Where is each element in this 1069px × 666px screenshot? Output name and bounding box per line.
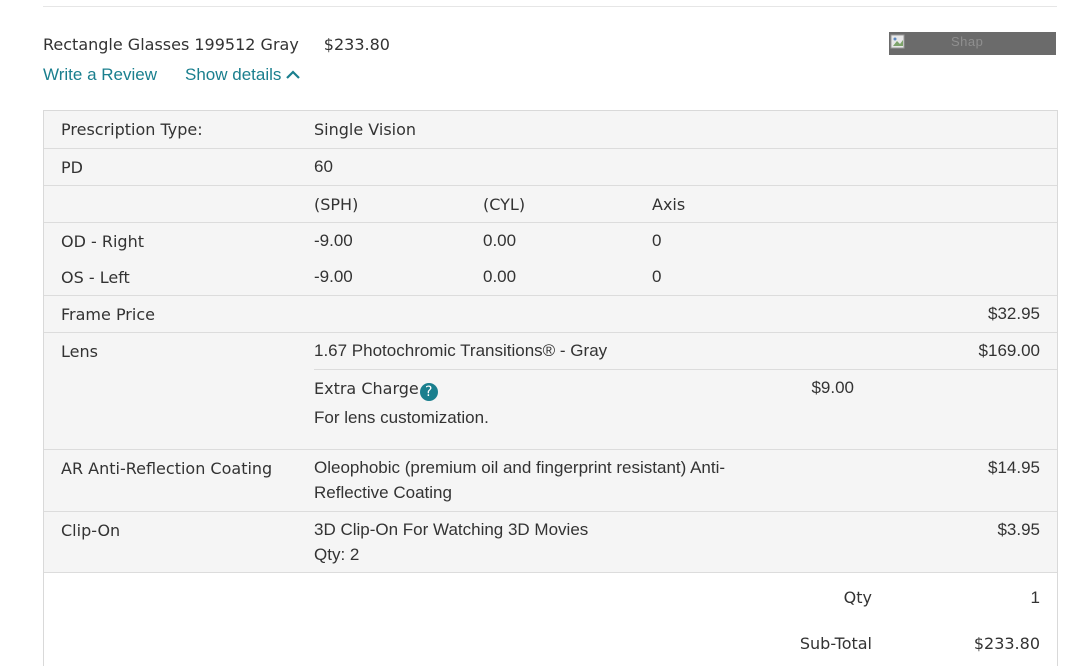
product-links: Write a Review Show details	[43, 64, 301, 86]
coating-value-line2: Reflective Coating	[314, 483, 452, 502]
product-title-row: Rectangle Glasses 199512 Gray $233.80	[43, 34, 390, 54]
rx-eyes-row: OD - Right -9.00 0.00 0 OS - Left -9.00 …	[44, 222, 1057, 295]
os-cyl: 0.00	[483, 267, 517, 286]
product-image-alt: Shap	[951, 34, 984, 49]
lens-label: Lens	[61, 342, 98, 361]
prescription-type-row: Prescription Type: Single Vision	[44, 111, 1057, 148]
coating-label: AR Anti-Reflection Coating	[61, 459, 273, 478]
subtotal-label: Sub-Total	[799, 634, 872, 653]
help-icon[interactable]: ?	[419, 383, 438, 401]
show-details-label: Show details	[185, 65, 282, 84]
rx-header-row: (SPH) (CYL) Axis	[44, 185, 1057, 222]
os-label: OS - Left	[61, 268, 130, 287]
frame-price-row: Frame Price $32.95	[44, 295, 1057, 332]
clip-on-qty: Qty: 2	[314, 545, 360, 564]
clip-on-row: Clip-On 3D Clip-On For Watching 3D Movie…	[44, 511, 1057, 572]
od-label: OD - Right	[61, 232, 144, 251]
write-review-link[interactable]: Write a Review	[43, 65, 157, 85]
summary-row: Qty 1 Sub-Total $233.80	[44, 572, 1057, 666]
os-axis: 0	[652, 267, 662, 286]
coating-price: $14.95	[988, 458, 1040, 477]
qty-label: Qty	[843, 588, 872, 607]
extra-charge-text: Extra Charge	[314, 379, 419, 398]
clip-on-value: 3D Clip-On For Watching 3D Movies	[314, 520, 589, 539]
od-sph: -9.00	[314, 231, 353, 250]
coating-row: AR Anti-Reflection Coating Oleophobic (p…	[44, 449, 1057, 511]
os-sph: -9.00	[314, 267, 353, 286]
pd-row: PD 60	[44, 148, 1057, 185]
product-price: $233.80	[323, 34, 390, 54]
clip-on-price: $3.95	[997, 520, 1040, 539]
lens-row: Lens 1.67 Photochromic Transitions® - Gr…	[44, 332, 1057, 449]
cyl-header: (CYL)	[483, 195, 526, 214]
prescription-type-label: Prescription Type:	[61, 120, 203, 139]
sph-header: (SPH)	[314, 195, 359, 214]
lens-value: 1.67 Photochromic Transitions® - Gray	[314, 341, 608, 360]
chevron-up-icon	[286, 70, 301, 79]
lens-inner-divider	[314, 369, 1057, 370]
axis-header: Axis	[652, 195, 686, 214]
coating-value-line1: Oleophobic (premium oil and fingerprint …	[314, 458, 726, 477]
pd-value: 60	[314, 157, 333, 176]
extra-charge-note: For lens customization.	[314, 408, 489, 427]
frame-price-label: Frame Price	[61, 305, 155, 324]
od-axis: 0	[652, 231, 662, 250]
show-details-toggle[interactable]: Show details	[185, 65, 301, 85]
prescription-type-value: Single Vision	[314, 120, 417, 139]
broken-image-icon	[890, 34, 905, 49]
qty-value: 1	[1030, 588, 1040, 607]
clip-on-label: Clip-On	[61, 521, 121, 540]
od-cyl: 0.00	[483, 231, 517, 250]
product-image[interactable]: Shap	[889, 32, 1056, 55]
product-name: Rectangle Glasses 199512 Gray	[43, 34, 299, 54]
top-divider	[43, 6, 1057, 7]
lens-price: $169.00	[978, 341, 1040, 360]
extra-charge-price: $9.00	[811, 378, 854, 397]
extra-charge-label: Extra Charge?	[314, 376, 438, 401]
pd-label: PD	[61, 158, 83, 177]
order-details-table: Prescription Type: Single Vision PD 60 (…	[43, 110, 1058, 666]
subtotal-value: $233.80	[973, 634, 1040, 653]
frame-price-value: $32.95	[988, 304, 1040, 323]
